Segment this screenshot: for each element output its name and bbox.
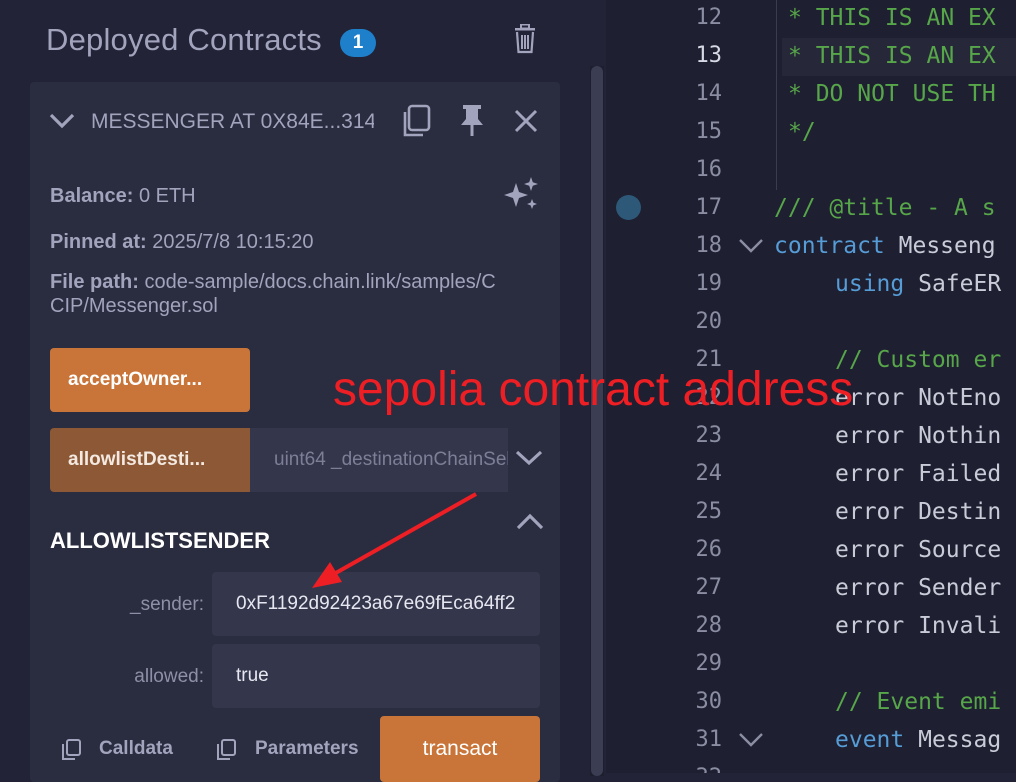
- calldata-copy-icon[interactable]: [60, 738, 82, 767]
- line-number: 18: [695, 233, 723, 258]
- panel-title: Deployed Contracts: [46, 22, 322, 57]
- filepath-row: File path: code-sample/docs.chain.link/s…: [50, 270, 540, 318]
- pinned-row: Pinned at: 2025/7/8 10:15:20: [50, 230, 314, 254]
- allowlist-destination-button[interactable]: allowlistDesti...: [50, 428, 250, 492]
- code-keyword: event: [835, 727, 905, 753]
- filepath-label: File path:: [50, 271, 139, 293]
- line-number: 14: [695, 81, 723, 106]
- code-line[interactable]: using SafeER: [835, 265, 1001, 303]
- code-line[interactable]: error Invali: [835, 607, 1001, 645]
- fold-chevron-icon[interactable]: [738, 237, 764, 259]
- line-number: 17: [695, 195, 723, 220]
- line-number: 26: [695, 537, 723, 562]
- code-text: error NotEno: [835, 385, 1002, 411]
- code-line[interactable]: */: [788, 113, 816, 151]
- balance-row: Balance: 0 ETH: [50, 184, 196, 208]
- code-line[interactable]: * THIS IS AN EX: [788, 0, 996, 37]
- parameters-copy-icon[interactable]: [215, 738, 237, 767]
- code-line[interactable]: error Nothin: [835, 417, 1001, 455]
- filepath-value-line2: CIP/Messenger.sol: [50, 295, 218, 317]
- code-line[interactable]: error Sender: [835, 569, 1001, 607]
- code-line[interactable]: // Custom er: [835, 341, 1001, 379]
- code-line[interactable]: /// @title - A s: [774, 189, 996, 227]
- code-line[interactable]: // Event emi: [835, 683, 1001, 721]
- sender-input[interactable]: 0xF1192d92423a67e69fEca64ff2: [212, 572, 540, 636]
- calldata-button[interactable]: Calldata: [99, 738, 173, 760]
- line-number: 28: [695, 613, 723, 638]
- allowed-input[interactable]: true: [212, 644, 540, 708]
- code-text: error Failed: [835, 461, 1002, 487]
- line-number: 20: [695, 309, 723, 334]
- code-line[interactable]: contract Messeng: [774, 227, 996, 265]
- breakpoint-dot-icon[interactable]: [616, 195, 641, 220]
- allowlist-destination-input[interactable]: uint64 _destinationChainSelector, bool a…: [250, 428, 508, 492]
- line-number: 25: [695, 499, 723, 524]
- code-text: * THIS IS AN EX: [788, 5, 996, 31]
- code-line[interactable]: event Messag: [835, 721, 1001, 759]
- line-number: 30: [695, 689, 723, 714]
- code-text: error Invali: [835, 613, 1002, 639]
- code-text: * THIS IS AN EX: [788, 43, 996, 69]
- fold-chevron-icon[interactable]: [738, 731, 764, 753]
- code-line[interactable]: * THIS IS AN EX: [788, 37, 996, 75]
- expand-chevron-icon[interactable]: [514, 446, 544, 475]
- code-text: error Destin: [835, 499, 1002, 525]
- collapse-chevron-icon[interactable]: [48, 108, 76, 139]
- code-text: error Nothin: [835, 423, 1002, 449]
- balance-label: Balance:: [50, 185, 134, 207]
- line-number: 23: [695, 423, 723, 448]
- transact-button[interactable]: transact: [380, 716, 540, 782]
- line-number: 31: [695, 727, 723, 752]
- code-keyword: using: [835, 271, 905, 297]
- code-text: * DO NOT USE TH: [788, 81, 996, 107]
- allowed-label: allowed:: [134, 666, 204, 687]
- annotation-text: sepolia contract address: [333, 363, 854, 416]
- line-number: 19: [695, 271, 723, 296]
- line-number: 13: [695, 43, 723, 68]
- indent-guide: [776, 0, 777, 190]
- pinned-label: Pinned at:: [50, 231, 147, 253]
- code-text: // Custom er: [835, 347, 1002, 373]
- collapse-up-chevron-icon[interactable]: [515, 510, 545, 539]
- code-text: error Source: [835, 537, 1002, 563]
- code-text: SafeER: [904, 271, 1002, 297]
- code-text: */: [788, 119, 816, 145]
- line-number: 29: [695, 651, 723, 676]
- line-number: 32: [666, 759, 723, 773]
- balance-value: 0 ETH: [138, 185, 196, 207]
- code-text: Messag: [904, 727, 1002, 753]
- line-number: 24: [695, 461, 723, 486]
- contract-count-badge: 1: [340, 29, 376, 57]
- line-number: 27: [695, 575, 723, 600]
- code-line[interactable]: error Destin: [835, 493, 1001, 531]
- code-text: /// @title - A s: [774, 195, 996, 221]
- close-icon[interactable]: [513, 108, 539, 139]
- code-text: error Sender: [835, 575, 1002, 601]
- line-number: 12: [695, 5, 723, 30]
- code-line[interactable]: error Source: [835, 531, 1001, 569]
- parameters-button[interactable]: Parameters: [255, 738, 359, 760]
- filepath-value-line1: code-sample/docs.chain.link/samples/C: [144, 271, 496, 293]
- line-number: 15: [695, 119, 723, 144]
- code-line[interactable]: error Failed: [835, 455, 1001, 493]
- code-keyword: contract: [774, 233, 885, 259]
- pinned-value: 2025/7/8 10:15:20: [152, 231, 314, 253]
- scrollbar-thumb[interactable]: [591, 66, 603, 776]
- line-number: 16: [695, 157, 723, 182]
- code-text: Messeng: [884, 233, 996, 259]
- sparkle-icon[interactable]: [504, 177, 540, 218]
- code-line[interactable]: error NotEno: [835, 379, 1001, 417]
- trash-icon[interactable]: [512, 23, 538, 59]
- contract-instance-name[interactable]: MESSENGER AT 0X84E...31498: [91, 110, 374, 134]
- sender-label: _sender:: [130, 594, 204, 615]
- allowlist-sender-title: ALLOWLISTSENDER: [50, 528, 270, 553]
- pin-icon[interactable]: [458, 104, 486, 143]
- code-text: // Event emi: [835, 689, 1002, 715]
- code-line[interactable]: * DO NOT USE TH: [788, 75, 996, 113]
- copy-icon[interactable]: [400, 104, 432, 143]
- accept-owner-button[interactable]: acceptOwner...: [50, 348, 250, 412]
